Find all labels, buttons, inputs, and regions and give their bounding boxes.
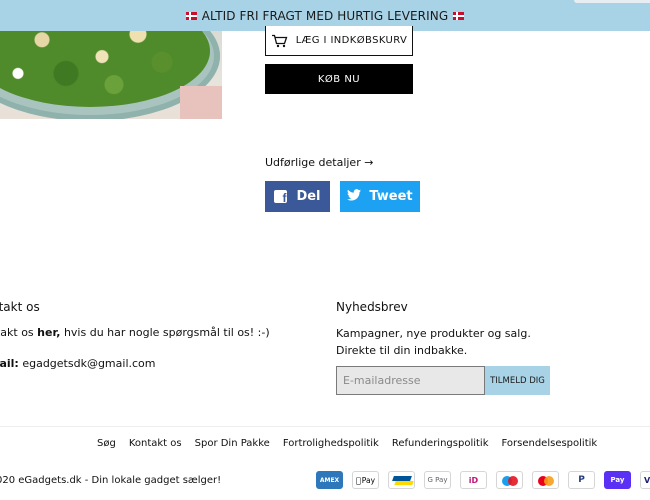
twitter-icon: [347, 188, 362, 205]
contact-suffix: hvis du har nogle spørgsmål til os! :-): [60, 326, 270, 339]
danish-flag-icon: [185, 11, 197, 20]
add-to-cart-button[interactable]: LÆG I INDKØBSKURV: [265, 26, 413, 56]
announcement-text: ALTID FRI FRAGT MED HURTIG LEVERING: [201, 8, 449, 23]
newsletter-email-input[interactable]: [336, 366, 485, 395]
visa-icon: V: [640, 471, 650, 489]
footer-link-contact[interactable]: Kontakt os: [129, 438, 182, 449]
email-label: mail:: [0, 357, 19, 370]
footer-link-refund[interactable]: Refunderingspolitik: [392, 438, 489, 449]
contact-heading: ntakt os: [0, 300, 40, 314]
payment-icons: AMEX Pay G Pay iD P Pay V: [316, 471, 650, 489]
bancontact-icon: [388, 471, 415, 489]
footer-link-privacy[interactable]: Fortrolighedspolitik: [283, 438, 379, 449]
details-link[interactable]: Udførlige detaljer →: [265, 156, 373, 169]
add-to-cart-label: LÆG I INDKØBSKURV: [295, 35, 408, 46]
footer-nav: Søg Kontakt os Spor Din Pakke Fortroligh…: [97, 438, 597, 449]
contact-prefix: ntakt os: [0, 326, 34, 339]
ideal-icon: iD: [460, 471, 487, 489]
danish-flag-icon: [453, 11, 465, 20]
maestro-icon: [496, 471, 523, 489]
facebook-icon: [274, 190, 288, 205]
footer-link-shipping[interactable]: Forsendelsespolitik: [502, 438, 598, 449]
newsletter-subscribe-button[interactable]: TILMELD DIG: [485, 366, 550, 395]
email-value[interactable]: egadgetsdk@gmail.com: [19, 357, 155, 370]
mastercard-icon: [532, 471, 559, 489]
towel-graphic: [180, 86, 222, 119]
amex-icon: AMEX: [316, 471, 343, 489]
apple-pay-icon: Pay: [352, 471, 379, 489]
footer-link-track-package[interactable]: Spor Din Pakke: [195, 438, 270, 449]
footer-link-search[interactable]: Søg: [97, 438, 116, 449]
copyright-text: 020 eGadgets.dk - Din lokale gadget sælg…: [0, 475, 222, 486]
facebook-share-label: Del: [296, 189, 321, 204]
product-image[interactable]: [0, 31, 222, 119]
twitter-share-label: Tweet: [369, 189, 413, 204]
newsletter-description: Kampagner, nye produkter og salg. Direkt…: [336, 327, 531, 357]
buy-now-label: KØB NU: [317, 73, 361, 85]
corner-tab: [574, 0, 650, 3]
contact-here-link[interactable]: her,: [37, 326, 60, 339]
buy-now-button[interactable]: KØB NU: [265, 64, 413, 94]
contact-text: ntakt os her, hvis du har nogle spørgsmå…: [0, 326, 270, 339]
shop-pay-icon: Pay: [604, 471, 631, 489]
twitter-share-button[interactable]: Tweet: [340, 181, 420, 212]
cart-icon: [271, 34, 288, 48]
paypal-icon: P: [568, 471, 595, 489]
footer-divider: [0, 426, 650, 427]
google-pay-icon: G Pay: [424, 471, 451, 489]
newsletter-heading: Nyhedsbrev: [336, 300, 408, 314]
facebook-share-button[interactable]: Del: [265, 181, 330, 212]
contact-email: mail: egadgetsdk@gmail.com: [0, 357, 156, 370]
